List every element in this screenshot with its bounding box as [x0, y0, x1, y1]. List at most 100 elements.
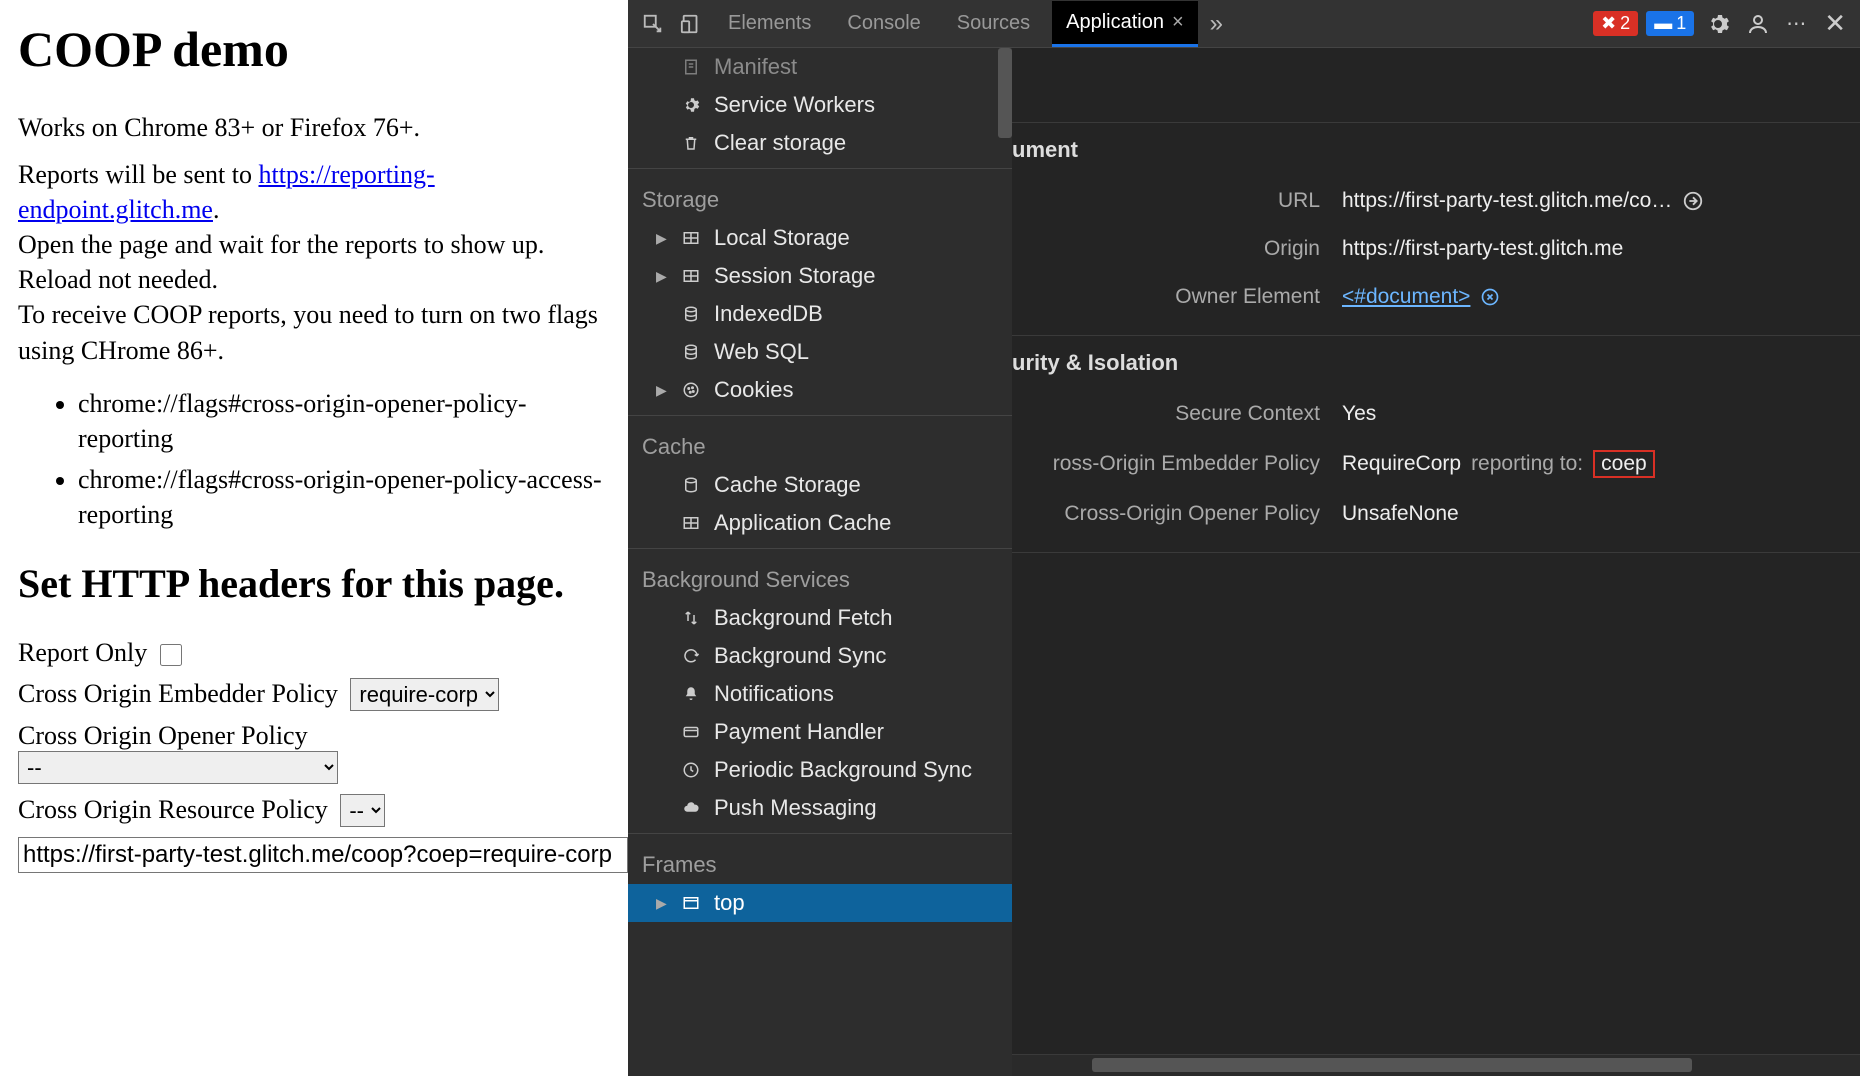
reporting-label: reporting to: [1471, 452, 1583, 476]
sidebar-section-storage: Storage [628, 175, 1012, 219]
application-sidebar: Manifest Service Workers Clear storage S… [628, 48, 1012, 1076]
sidebar-section-cache: Cache [628, 422, 1012, 466]
section-heading: Set HTTP headers for this page. [18, 560, 610, 608]
coep-select[interactable]: require-corp [350, 678, 499, 711]
prop-label: ross-Origin Embedder Policy [1012, 452, 1342, 476]
error-badge[interactable]: ✖2 [1593, 11, 1638, 36]
sidebar-item-manifest[interactable]: Manifest [628, 48, 1012, 86]
sidebar-item-payment[interactable]: Payment Handler [628, 713, 1012, 751]
prop-label: Owner Element [1012, 285, 1342, 309]
sidebar-item-push[interactable]: Push Messaging [628, 789, 1012, 827]
corp-select[interactable]: -- [340, 794, 385, 827]
page-title: COOP demo [18, 20, 610, 78]
prop-value: Yes [1342, 402, 1376, 426]
tab-console[interactable]: Console [833, 2, 934, 45]
sidebar-item-clear-storage[interactable]: Clear storage [628, 124, 1012, 162]
database-icon [680, 474, 702, 496]
url-preview-box: https://first-party-test.glitch.me/coop?… [18, 837, 628, 873]
sidebar-item-frame-top[interactable]: ▶ top [628, 884, 1012, 922]
sidebar-item-periodic-sync[interactable]: Periodic Background Sync [628, 751, 1012, 789]
sidebar-item-label: Push Messaging [714, 795, 877, 821]
sidebar-item-label: Clear storage [714, 130, 846, 156]
detail-row-origin: Origin https://first-party-test.glitch.m… [1012, 225, 1860, 273]
demo-page: COOP demo Works on Chrome 83+ or Firefox… [0, 0, 628, 1076]
bell-icon [680, 683, 702, 705]
coop-label: Cross Origin Opener Policy [18, 721, 308, 750]
info-icon: ▬ [1654, 13, 1672, 34]
scrollbar-thumb[interactable] [1092, 1058, 1692, 1072]
detail-row-secure: Secure Context Yes [1012, 390, 1860, 438]
credit-card-icon [680, 721, 702, 743]
prop-label: Secure Context [1012, 402, 1342, 426]
sync-icon [680, 645, 702, 667]
page-subtitle: Works on Chrome 83+ or Firefox 76+. [18, 110, 610, 145]
sidebar-item-application-cache[interactable]: Application Cache [628, 504, 1012, 542]
tab-application[interactable]: Application × [1052, 1, 1198, 47]
sidebar-item-label: IndexedDB [714, 301, 823, 327]
corp-row: Cross Origin Resource Policy -- [18, 794, 610, 827]
sidebar-item-label: Periodic Background Sync [714, 757, 972, 783]
sidebar-item-label: Cookies [714, 377, 793, 403]
paragraph-text: To receive COOP reports, you need to tur… [18, 300, 598, 364]
sidebar-item-websql[interactable]: Web SQL [628, 333, 1012, 371]
sidebar-item-indexeddb[interactable]: IndexedDB [628, 295, 1012, 333]
clock-icon [680, 759, 702, 781]
report-only-label: Report Only [18, 638, 147, 667]
frame-detail-pane: ument URL https://first-party-test.glitc… [1012, 48, 1860, 1076]
sidebar-item-local-storage[interactable]: ▶ Local Storage [628, 219, 1012, 257]
cloud-icon [680, 797, 702, 819]
sidebar-item-label: Local Storage [714, 225, 850, 251]
close-icon[interactable]: × [1172, 11, 1184, 33]
kebab-menu-icon[interactable]: ⋯ [1782, 7, 1812, 40]
device-toggle-icon[interactable] [676, 9, 706, 39]
sidebar-item-label: Background Sync [714, 643, 886, 669]
sidebar-item-label: Service Workers [714, 92, 875, 118]
reveal-icon[interactable] [1480, 287, 1500, 307]
sidebar-item-label: Payment Handler [714, 719, 884, 745]
url-value: https://first-party-test.glitch.me/co… [1342, 189, 1672, 213]
tab-elements[interactable]: Elements [714, 2, 825, 45]
prop-label: URL [1012, 189, 1342, 213]
account-icon[interactable] [1742, 8, 1774, 40]
devtools-tabbar: Elements Console Sources Application× » … [628, 0, 1860, 48]
sidebar-item-label: Background Fetch [714, 605, 893, 631]
settings-icon[interactable] [1702, 8, 1734, 40]
sidebar-item-bg-fetch[interactable]: Background Fetch [628, 599, 1012, 637]
report-only-checkbox[interactable] [160, 644, 182, 666]
sidebar-item-service-workers[interactable]: Service Workers [628, 86, 1012, 124]
sidebar-item-notifications[interactable]: Notifications [628, 675, 1012, 713]
list-item: chrome://flags#cross-origin-opener-polic… [78, 462, 610, 532]
window-icon [680, 892, 702, 914]
paragraph-text: Open the page and wait for the reports t… [18, 230, 544, 294]
info-badge[interactable]: ▬1 [1646, 11, 1694, 36]
tab-application-label: Application [1066, 11, 1164, 33]
coep-value: RequireCorp [1342, 452, 1461, 476]
reporting-value-highlight: coep [1593, 450, 1655, 478]
error-icon: ✖ [1601, 13, 1616, 34]
error-count: 2 [1620, 13, 1630, 34]
horizontal-scrollbar[interactable] [1012, 1054, 1860, 1076]
sidebar-item-cache-storage[interactable]: Cache Storage [628, 466, 1012, 504]
table-icon [680, 512, 702, 534]
sidebar-item-session-storage[interactable]: ▶ Session Storage [628, 257, 1012, 295]
coop-select[interactable]: -- [18, 751, 338, 784]
detail-row-url: URL https://first-party-test.glitch.me/c… [1012, 177, 1860, 225]
prop-value: RequireCorp reporting to: coep [1342, 450, 1655, 478]
section-security: urity & Isolation [1012, 336, 1860, 390]
sidebar-item-label: Session Storage [714, 263, 875, 289]
sidebar-item-label: Cache Storage [714, 472, 861, 498]
paragraph-text: . [213, 195, 220, 224]
inspect-icon[interactable] [638, 9, 668, 39]
sidebar-item-bg-sync[interactable]: Background Sync [628, 637, 1012, 675]
close-devtools-icon[interactable]: ✕ [1820, 4, 1850, 43]
prop-label: Origin [1012, 237, 1342, 261]
owner-element-link[interactable]: <#document> [1342, 285, 1470, 309]
more-tabs-icon[interactable]: » [1206, 6, 1227, 42]
detail-row-coop: Cross-Origin Opener Policy UnsafeNone [1012, 490, 1860, 538]
sidebar-item-label: Manifest [714, 54, 797, 80]
sidebar-item-cookies[interactable]: ▶ Cookies [628, 371, 1012, 409]
sidebar-item-label: Notifications [714, 681, 834, 707]
tab-sources[interactable]: Sources [943, 2, 1044, 45]
reveal-icon[interactable] [1682, 190, 1704, 212]
chevron-right-icon: ▶ [656, 895, 668, 912]
